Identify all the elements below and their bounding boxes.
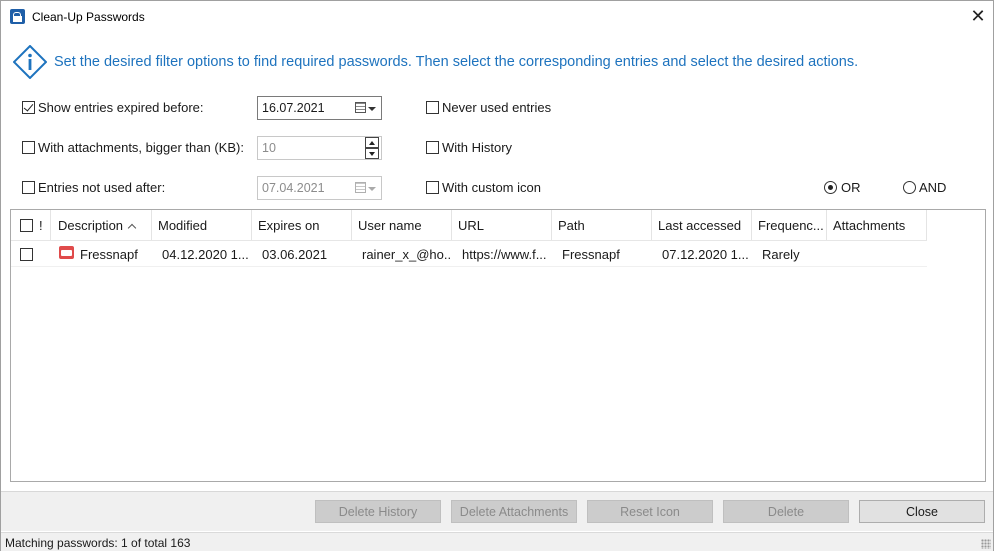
cell-url: https://www.f... <box>462 247 547 262</box>
and-radio[interactable] <box>903 181 916 194</box>
close-button[interactable]: Close <box>859 500 985 523</box>
status-text: Matching passwords: 1 of total 163 <box>5 536 191 550</box>
stepper-down-icon[interactable] <box>365 148 379 159</box>
cell-frequency: Rarely <box>762 247 800 262</box>
info-icon <box>13 45 47 79</box>
not-used-after-date-value: 07.04.2021 <box>262 181 325 195</box>
table-row[interactable]: Fressnapf 04.12.2020 1... 03.06.2021 rai… <box>11 241 927 267</box>
attachments-bigger-label: With attachments, bigger than (KB): <box>38 140 244 155</box>
column-header-username[interactable]: User name <box>352 210 452 240</box>
column-header-expires[interactable]: Expires on <box>252 210 352 240</box>
and-radio-label: AND <box>919 180 947 195</box>
expired-before-checkbox[interactable] <box>22 101 35 114</box>
select-all-column[interactable]: ! <box>11 210 51 240</box>
cell-username: rainer_x_@ho... <box>362 247 452 262</box>
delete-history-button[interactable]: Delete History <box>315 500 441 523</box>
not-used-after-date-picker[interactable]: 07.04.2021 <box>257 176 382 200</box>
stepper-up-icon[interactable] <box>365 137 379 148</box>
cell-attachments <box>827 241 927 267</box>
sort-ascending-icon <box>127 223 137 233</box>
calendar-icon[interactable] <box>355 102 366 113</box>
expired-before-date-value: 16.07.2021 <box>262 101 325 115</box>
not-used-after-label: Entries not used after: <box>38 180 166 195</box>
attachments-bigger-checkbox[interactable] <box>22 141 35 154</box>
with-history-label: With History <box>442 140 513 155</box>
column-header-last-accessed[interactable]: Last accessed <box>652 210 752 240</box>
window-close-icon[interactable]: ✕ <box>961 1 994 32</box>
cell-modified: 04.12.2020 1... <box>162 247 249 262</box>
column-header-path[interactable]: Path <box>552 210 652 240</box>
attachment-size-value: 10 <box>262 141 276 155</box>
delete-button[interactable]: Delete <box>723 500 849 523</box>
expired-before-date-picker[interactable]: 16.07.2021 <box>257 96 382 120</box>
table-header: ! Description Modified Expires on User n… <box>11 210 927 241</box>
app-lock-icon <box>10 9 25 24</box>
chevron-down-icon[interactable] <box>368 107 376 111</box>
row-checkbox[interactable] <box>20 248 33 261</box>
not-used-after-checkbox[interactable] <box>22 181 35 194</box>
select-all-checkbox[interactable] <box>20 219 33 232</box>
or-radio[interactable] <box>824 181 837 194</box>
cell-last-accessed: 07.12.2020 1... <box>662 247 749 262</box>
delete-attachments-button[interactable]: Delete Attachments <box>451 500 577 523</box>
column-header-url[interactable]: URL <box>452 210 552 240</box>
or-radio-label: OR <box>841 180 861 195</box>
cell-description: Fressnapf <box>80 247 138 262</box>
column-header-modified[interactable]: Modified <box>152 210 252 240</box>
cell-expires: 03.06.2021 <box>262 247 328 262</box>
column-header-flag[interactable]: ! <box>39 218 43 233</box>
reset-icon-button[interactable]: Reset Icon <box>587 500 713 523</box>
column-header-attachments[interactable]: Attachments <box>827 210 927 240</box>
attachment-size-stepper[interactable] <box>365 137 379 159</box>
never-used-label: Never used entries <box>442 100 552 115</box>
clean-up-passwords-dialog: Clean-Up Passwords ✕ Set the desired fil… <box>0 0 994 551</box>
with-history-checkbox[interactable] <box>426 141 439 154</box>
column-header-label: Description <box>58 218 124 233</box>
custom-icon-label: With custom icon <box>442 180 541 195</box>
resize-grip-icon[interactable] <box>981 539 991 549</box>
chevron-down-icon[interactable] <box>368 187 376 191</box>
column-header-frequency[interactable]: Frequenc... <box>752 210 827 240</box>
expired-before-label: Show entries expired before: <box>38 100 204 115</box>
title-bar: Clean-Up Passwords ✕ <box>1 1 993 32</box>
info-message: Set the desired filter options to find r… <box>54 54 859 70</box>
never-used-checkbox[interactable] <box>426 101 439 114</box>
cell-path: Fressnapf <box>562 247 620 262</box>
status-bar: Matching passwords: 1 of total 163 <box>1 532 993 551</box>
calendar-icon[interactable] <box>355 182 366 193</box>
custom-icon-checkbox[interactable] <box>426 181 439 194</box>
password-table: ! Description Modified Expires on User n… <box>10 209 986 482</box>
window-title: Clean-Up Passwords <box>32 10 145 24</box>
column-header-description[interactable]: Description <box>52 210 152 240</box>
attachment-size-input[interactable]: 10 <box>257 136 382 160</box>
